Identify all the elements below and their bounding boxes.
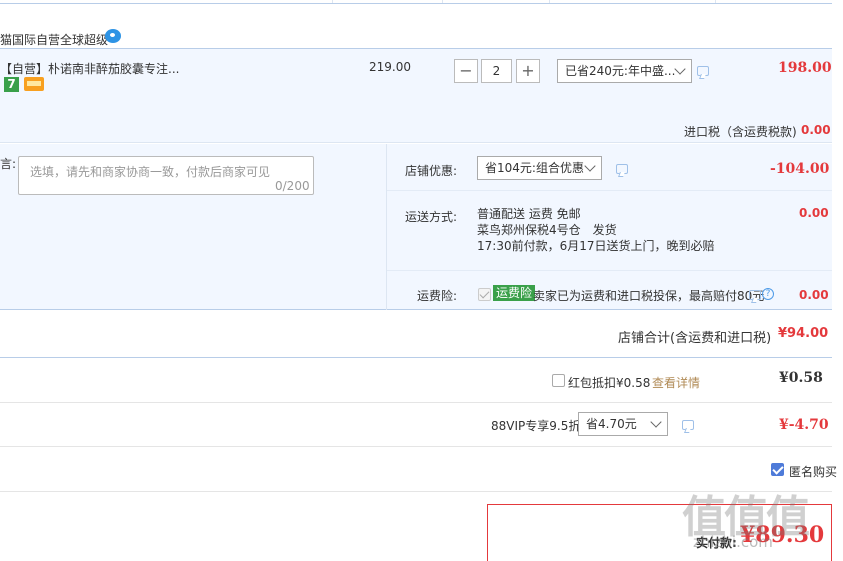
header-divider [715, 0, 716, 3]
seven-day-return-icon: 7 [4, 77, 19, 92]
shipping-fee: 0.00 [799, 206, 829, 220]
insurance-fee: 0.00 [799, 288, 829, 302]
shop-discount-label: 店铺优惠: [404, 164, 457, 178]
watermark-url: zhizhi.com [693, 533, 773, 551]
top-border [0, 3, 832, 4]
quantity-input[interactable]: 2 [481, 59, 512, 83]
quantity-increase-button[interactable]: + [516, 59, 540, 83]
credit-card-icon [24, 77, 44, 91]
shop-discount-select[interactable]: 省104元:组合优惠 [477, 156, 602, 180]
shop-discount-amount: -104.00 [770, 161, 830, 177]
item-promo-value: 已省240元:年中盛... [565, 64, 676, 78]
import-tax-label: 进口税（含运费税款) [684, 125, 797, 139]
shipping-details: 普通配送 运费 免邮 菜鸟郑州保税4号仓 发货 17:30前付款，6月17日送货… [477, 206, 715, 254]
shipping-line-delivery: 17:30前付款，6月17日送货上门，晚到必赔 [477, 239, 715, 253]
row-divider [0, 446, 832, 447]
vip-discount-value: ¥-4.70 [779, 417, 829, 433]
insurance-message-icon[interactable] [749, 290, 761, 300]
vip-discount-select[interactable]: 省4.70元 [578, 412, 668, 436]
shop-total-value: ¥94.00 [778, 326, 829, 341]
chevron-down-icon [650, 416, 662, 428]
header-divider [332, 0, 333, 3]
quantity-decrease-button[interactable]: − [454, 59, 478, 83]
row-divider [387, 270, 832, 271]
shop-discount-value-text: 省104元:组合优惠 [485, 161, 584, 175]
vip-message-icon[interactable] [682, 420, 694, 430]
product-name[interactable]: 【自营】朴诺南非醉茄胶囊专注... [0, 60, 179, 77]
buyer-message-label: 言: [0, 157, 17, 171]
red-packet-checkbox[interactable] [552, 374, 565, 387]
vip-discount-value-text: 省4.70元 [586, 417, 637, 431]
shipping-insurance-label: 运费险: [416, 289, 457, 303]
shipping-line-carrier: 普通配送 运费 免邮 [477, 207, 581, 221]
shipping-line-warehouse: 菜鸟郑州保税4号仓 发货 [477, 223, 617, 237]
section-divider [0, 357, 832, 358]
unit-price: 219.00 [369, 60, 411, 74]
promo-message-icon[interactable] [697, 66, 709, 76]
buyer-message-counter: 0/200 [275, 179, 310, 193]
help-icon[interactable]: ? [762, 288, 774, 300]
insurance-checkbox [478, 288, 491, 301]
shipping-method-label: 运送方式: [404, 210, 457, 224]
import-tax-value: 0.00 [801, 123, 831, 137]
row-divider [0, 402, 832, 403]
insurance-tag: 运费险 [493, 285, 536, 301]
view-details-link[interactable]: 查看详情 [652, 374, 700, 391]
chevron-down-icon [674, 63, 686, 75]
red-packet-value: ¥0.58 [779, 370, 823, 386]
shop-total-label: 店铺合计(含运费和进口税) [618, 331, 772, 346]
chevron-down-icon [584, 160, 596, 172]
buyer-message-placeholder: 选填，请先和商家协商一致，付款后商家可见 [30, 165, 271, 179]
anonymous-purchase-label: 匿名购买 [789, 465, 838, 479]
red-packet-label: 红包抵扣¥0.58 [568, 376, 651, 390]
item-promo-select[interactable]: 已省240元:年中盛... [557, 59, 692, 83]
chat-icon[interactable] [105, 29, 121, 43]
item-subtotal: 198.00 [778, 60, 832, 76]
discount-message-icon[interactable] [616, 164, 628, 174]
shop-name[interactable]: 猫国际自营全球超级 [0, 31, 108, 48]
insurance-description: 卖家已为运费和进口税投保，最高赔付80元 [533, 289, 765, 303]
header-divider [442, 0, 443, 3]
anonymous-purchase-checkbox[interactable] [771, 463, 784, 476]
header-divider [549, 0, 550, 3]
row-divider [387, 190, 832, 191]
vip-discount-label: 88VIP专享9.5折 [491, 419, 581, 433]
